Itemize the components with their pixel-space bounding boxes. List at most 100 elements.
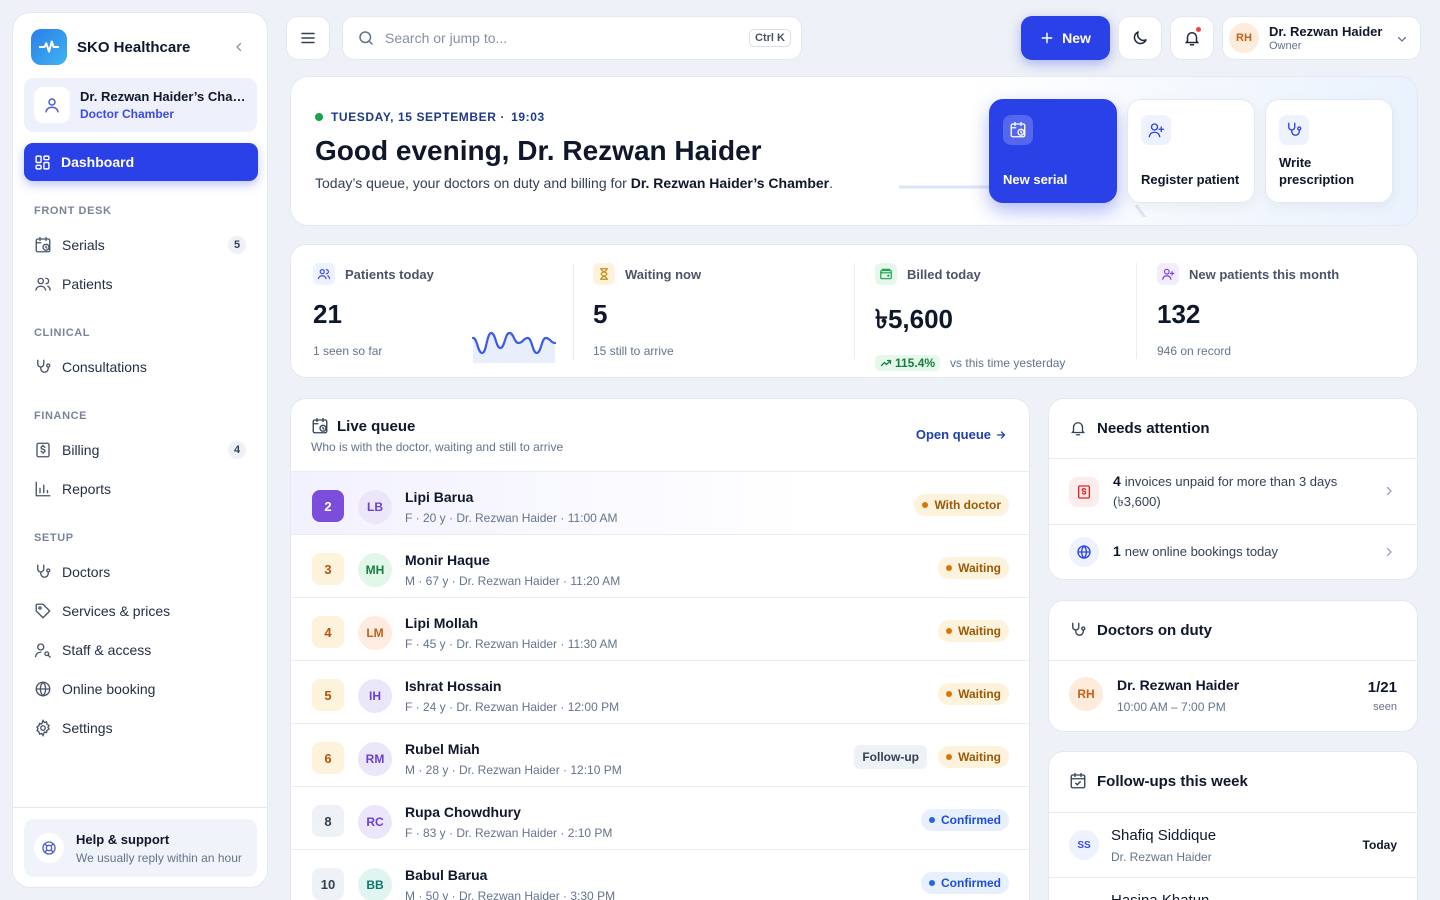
help-support[interactable]: Help & support We usually reply within a… <box>24 819 257 877</box>
status-text: Waiting <box>958 624 1001 638</box>
stat-new-patients[interactable]: New patients this month 132 946 on recor… <box>1157 263 1402 363</box>
calendar-check-icon <box>1070 772 1086 789</box>
search-input[interactable] <box>385 30 715 46</box>
arrow-right-icon <box>996 430 1006 439</box>
avatar: MH <box>358 553 392 587</box>
new-button-label: New <box>1062 30 1091 46</box>
stat-label: New patients this month <box>1189 266 1340 282</box>
patient-meta: M · 67 y · Dr. Rezwan Haider · 11:20 AM <box>405 574 621 588</box>
queue-row[interactable]: 6 RM Rubel Miah M · 28 y · Dr. Rezwan Haide… <box>291 723 1029 786</box>
queue-row[interactable]: 5 IH Ishrat Hossain F · 24 y · Dr. Rezwan H… <box>291 660 1029 723</box>
menu-button[interactable] <box>286 16 330 60</box>
brand[interactable]: SKO Healthcare <box>31 29 190 65</box>
sidebar-item-online-booking[interactable]: Online booking <box>24 669 258 708</box>
status-dot <box>929 880 935 886</box>
serial-number: 4 <box>312 616 344 648</box>
open-queue-link[interactable]: Open queue <box>916 427 1007 442</box>
doctor-name: Dr. Rezwan Haider <box>1117 677 1240 693</box>
sidebar-item-doctors[interactable]: Doctors <box>24 552 258 591</box>
avatar: RH <box>1229 23 1259 53</box>
users-icon <box>313 263 335 285</box>
stethoscope-icon <box>1072 622 1086 636</box>
sidebar-item-billing[interactable]: Billing 4 <box>24 430 258 469</box>
sidebar-item-serials[interactable]: Serials 5 <box>24 225 258 264</box>
sidebar-item-consultations[interactable]: Consultations <box>24 347 258 386</box>
patient-name: Monir Haque <box>405 552 490 568</box>
sidebar-item-staff[interactable]: Staff & access <box>24 630 258 669</box>
section-setup: SETUP <box>34 532 74 544</box>
queue-row[interactable]: 3 MH Monir Haque M · 67 y · Dr. Rezwan Haid… <box>291 534 1029 597</box>
live-queue-panel: Live queue Who is with the doctor, waiti… <box>290 398 1030 900</box>
followup-item[interactable]: SS Shafiq Siddique Dr. Rezwan Haider Tod… <box>1049 813 1417 877</box>
sidebar-item-dashboard[interactable]: Dashboard <box>24 143 258 181</box>
subtitle-end: . <box>829 175 834 191</box>
avatar: LM <box>358 616 392 650</box>
queue-list: 2 LB Lipi Barua F · 20 y · Dr. Rezwan Haide… <box>291 471 1029 900</box>
sidebar-item-reports[interactable]: Reports <box>24 469 258 508</box>
duty-doctor-row[interactable]: RH Dr. Rezwan Haider 10:00 AM – 7:00 PM … <box>1049 661 1417 731</box>
stat-value: 132 <box>1157 299 1201 329</box>
attention-text: invoices unpaid for more than 3 days (৳3… <box>1113 474 1338 509</box>
sidebar-item-label: Dashboard <box>61 154 135 170</box>
new-serial-label: New serial <box>1003 172 1068 187</box>
status-text: Confirmed <box>941 813 1001 827</box>
users-icon <box>35 277 51 291</box>
help-title: Help & support <box>76 831 170 847</box>
seen-count: 1/21 <box>1367 679 1397 696</box>
theme-toggle-button[interactable] <box>1118 16 1162 60</box>
new-serial-button[interactable]: New serial <box>989 99 1117 203</box>
stat-label: Waiting now <box>625 266 702 282</box>
calendar-clock-icon <box>35 236 51 252</box>
sidebar-item-services[interactable]: Services & prices <box>24 591 258 630</box>
sidebar-item-patients[interactable]: Patients <box>24 264 258 303</box>
status-dot <box>946 691 953 697</box>
stats-row: Patients today 21 1 seen so far Waiting … <box>290 244 1418 378</box>
queue-row[interactable]: 2 LB Lipi Barua F · 20 y · Dr. Rezwan Haide… <box>291 471 1029 534</box>
serial-number: 5 <box>312 679 344 711</box>
notifications-button[interactable] <box>1170 16 1214 60</box>
patient-name: Babul Barua <box>405 867 488 883</box>
chamber-switcher[interactable]: Dr. Rezwan Haider’s Chamber Doctor Chamb… <box>24 78 257 132</box>
avatar: LB <box>358 490 392 524</box>
patient-meta: F · 83 y · Dr. Rezwan Haider · 2:10 PM <box>405 826 613 840</box>
attention-text: new online bookings today <box>1124 544 1279 559</box>
patient-meta: F · 45 y · Dr. Rezwan Haider · 11:30 AM <box>405 637 618 651</box>
attention-item-bookings[interactable]: 1 new online bookings today <box>1049 525 1417 580</box>
live-dot <box>315 113 323 121</box>
stat-label: Billed today <box>907 266 981 282</box>
hamburger-icon <box>301 32 315 44</box>
queue-row[interactable]: 4 LM Lipi Mollah F · 45 y · Dr. Rezwan Haid… <box>291 597 1029 660</box>
help-subtitle: We usually reply within an hour <box>76 850 242 865</box>
new-button[interactable]: New <box>1021 16 1110 60</box>
user-menu[interactable]: RH Dr. Rezwan Haider Owner <box>1222 16 1421 60</box>
status-badge: Waiting <box>938 557 1009 579</box>
search-bar[interactable]: Ctrl K <box>342 16 802 60</box>
write-prescription-button[interactable]: Write prescription <box>1265 99 1393 203</box>
stat-patients-today[interactable]: Patients today 21 1 seen so far <box>313 263 558 363</box>
status-badge: Confirmed <box>921 809 1009 831</box>
followup-item[interactable]: Hasina Khatun <box>1049 878 1417 900</box>
needs-attention-panel: Needs attention 4 invoices unpaid for mor… <box>1048 398 1418 580</box>
status-dot <box>946 565 953 571</box>
subtitle-chamber: Dr. Rezwan Haider’s Chamber <box>630 175 830 191</box>
attention-title: Needs attention <box>1097 419 1210 437</box>
section-clinical: CLINICAL <box>34 327 91 339</box>
followup-tag: Follow-up <box>854 745 927 769</box>
attention-item-invoices[interactable]: 4 invoices unpaid for more than 3 days (৳… <box>1049 459 1417 524</box>
sidebar-item-label: Staff & access <box>62 641 152 658</box>
stat-waiting-now[interactable]: Waiting now 5 15 still to arrive <box>593 263 838 363</box>
sidebar-item-settings[interactable]: Settings <box>24 708 258 747</box>
patient-meta: M · 50 y · Dr. Rezwan Haider · 3:30 PM <box>405 889 616 900</box>
user-plus-icon <box>1157 263 1179 285</box>
sparkline-chart <box>471 331 557 363</box>
sidebar-item-label: Online booking <box>62 680 156 697</box>
seen-label: seen <box>1373 701 1397 713</box>
queue-row[interactable]: 8 RC Rupa Chowdhury F · 83 y · Dr. Rezwan H… <box>291 786 1029 849</box>
serial-number: 8 <box>312 805 344 837</box>
queue-row[interactable]: 10 BB Babul Barua M · 50 y · Dr. Rezwan Hai… <box>291 849 1029 900</box>
trend-up-icon <box>880 359 892 367</box>
stat-billed-today[interactable]: Billed today ৳5,600 115.4% vs this time … <box>875 263 1120 371</box>
register-patient-button[interactable]: Register patient <box>1127 99 1255 203</box>
search-icon <box>359 31 373 45</box>
collapse-sidebar-icon[interactable] <box>233 41 245 53</box>
